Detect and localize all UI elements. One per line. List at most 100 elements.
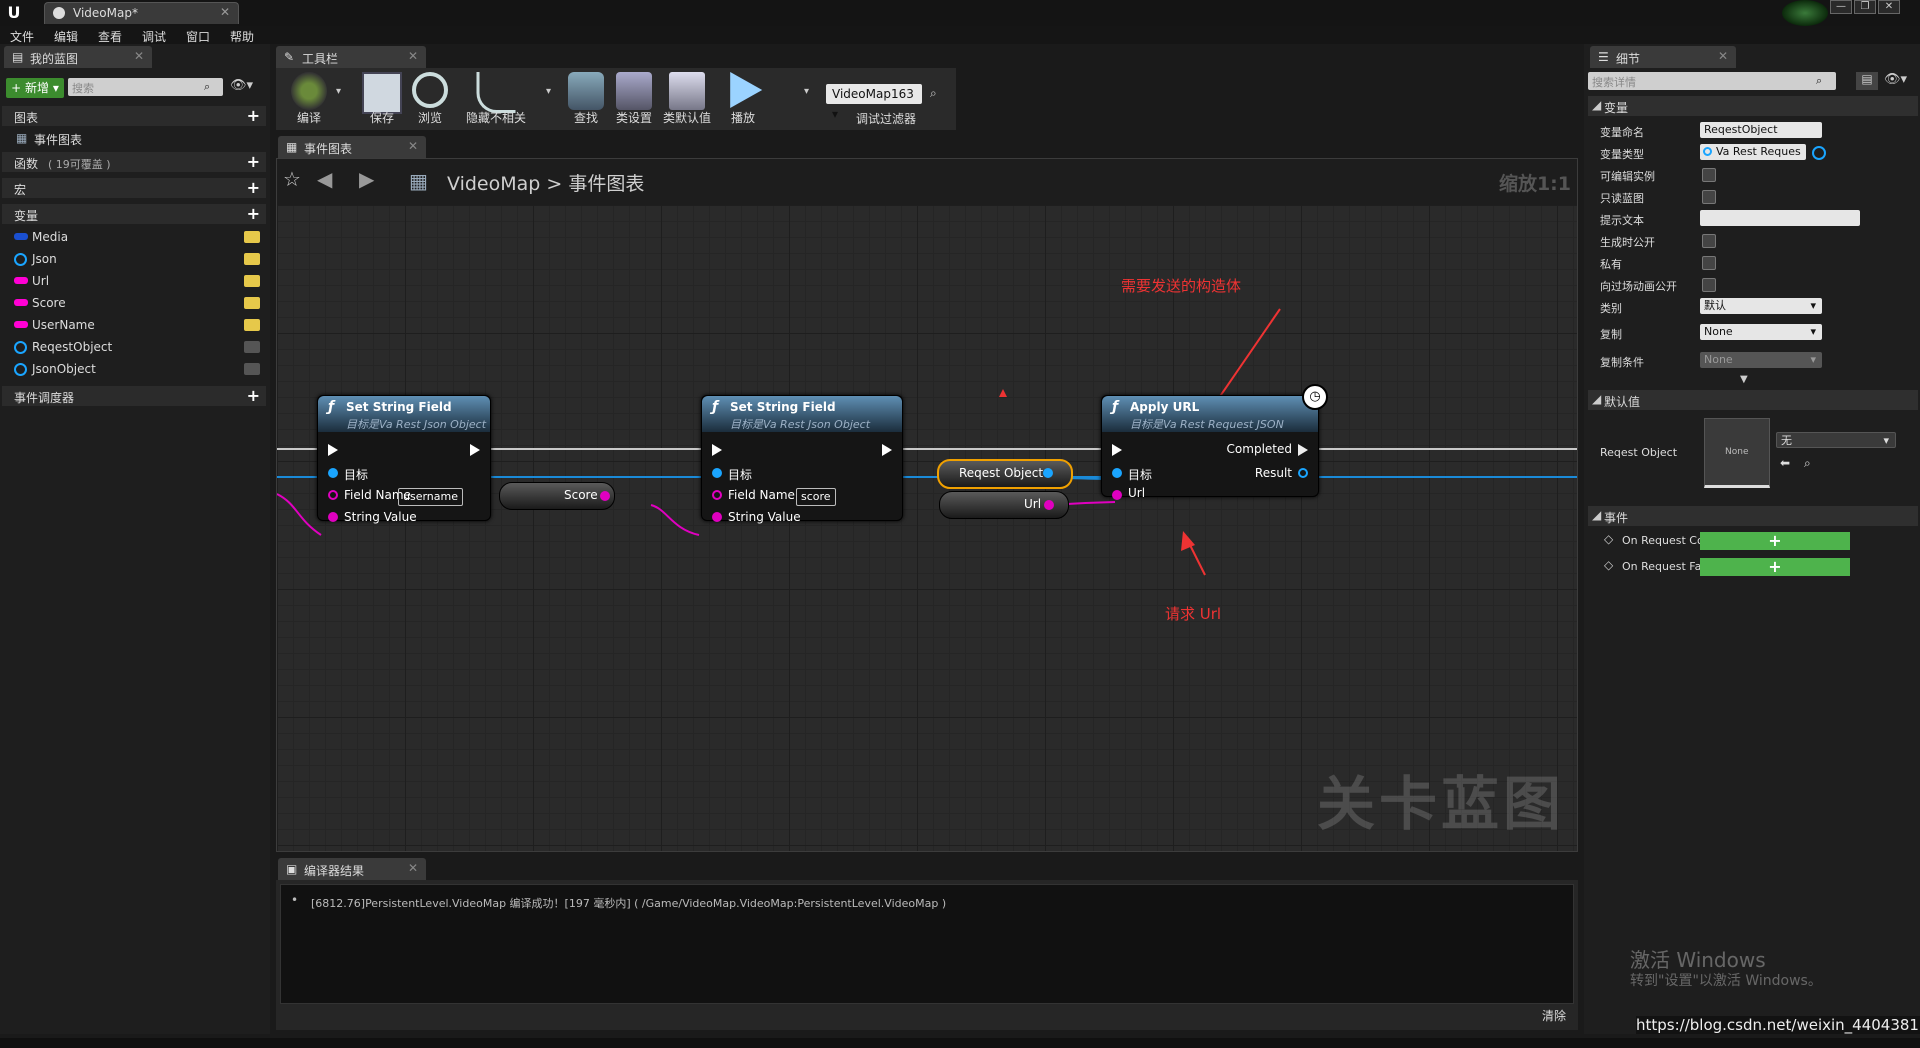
visibility-eye-icon[interactable]: [244, 231, 260, 243]
apply-url-node[interactable]: ƒ Apply URL 目标是Va Rest Request JSON ◷ Co…: [1101, 384, 1328, 500]
completed-exec-pin[interactable]: [1298, 444, 1308, 456]
url-pin[interactable]: [1112, 490, 1122, 500]
exec-in-pin[interactable]: [1112, 444, 1122, 456]
tab-toolbar[interactable]: ✎ 工具栏 ✕: [276, 46, 426, 68]
field-name-input[interactable]: username: [398, 488, 463, 506]
section-macros[interactable]: 宏 +: [2, 178, 266, 198]
debug-search-icon[interactable]: ⌕: [930, 86, 937, 101]
add-function-icon[interactable]: +: [247, 152, 260, 171]
property-matrix-icon[interactable]: ▤: [1856, 72, 1878, 90]
browse-asset-icon[interactable]: ⌕: [1804, 456, 1811, 471]
close-tab-icon[interactable]: ✕: [134, 49, 144, 63]
menu-file[interactable]: 文件: [10, 28, 34, 45]
expose-cinematics-checkbox[interactable]: [1702, 278, 1716, 292]
view-options-eye-icon[interactable]: 👁▾: [230, 78, 253, 93]
section-functions[interactable]: 函数 ( 19可覆盖 ) +: [2, 152, 266, 172]
view-options-eye-icon[interactable]: 👁▾: [1884, 72, 1907, 87]
add-new-button[interactable]: + 新增 ▾: [6, 78, 64, 98]
event-graph-item[interactable]: 事件图表 ▦: [2, 128, 266, 148]
add-graph-icon[interactable]: +: [247, 106, 260, 125]
section-variable[interactable]: ◢ 变量: [1588, 96, 1918, 116]
variable-item[interactable]: Media: [2, 226, 266, 248]
exec-out-pin[interactable]: [882, 444, 892, 456]
target-pin[interactable]: [712, 468, 722, 478]
visibility-eye-icon[interactable]: [244, 363, 260, 375]
default-value-select[interactable]: 无 ▾: [1776, 432, 1896, 448]
editable-checkbox[interactable]: [1702, 168, 1716, 182]
add-on-request-fail-button[interactable]: +: [1700, 558, 1850, 576]
document-tab[interactable]: VideoMap* ✕: [44, 2, 239, 24]
blueprint-search-input[interactable]: 搜索 ⌕: [68, 78, 223, 96]
tab-compiler-results[interactable]: ▣ 编译器结果 ✕: [278, 858, 426, 880]
variable-item[interactable]: UserName: [2, 314, 266, 336]
set-string-field-node-2[interactable]: ƒ Set String Field 目标是Va Rest Json Objec…: [701, 395, 903, 524]
var-name-input[interactable]: ReqestObject: [1700, 122, 1822, 138]
notification-icon[interactable]: [1782, 0, 1828, 26]
var-type-select[interactable]: Va Rest Reques: [1700, 144, 1806, 160]
variable-item[interactable]: ReqestObject: [2, 336, 266, 358]
tab-event-graph[interactable]: ▦ 事件图表 ✕: [278, 136, 426, 158]
compile-options-chevron-icon[interactable]: ▾: [336, 86, 341, 97]
string-value-pin[interactable]: [712, 512, 722, 522]
close-window-icon[interactable]: ✕: [1878, 0, 1900, 14]
class-defaults-button[interactable]: 类默认值: [660, 70, 714, 128]
variable-item[interactable]: Json: [2, 248, 266, 270]
readonly-checkbox[interactable]: [1702, 190, 1716, 204]
add-macro-icon[interactable]: +: [247, 178, 260, 197]
field-name-pin[interactable]: [328, 490, 338, 500]
tooltip-input[interactable]: [1700, 210, 1860, 226]
menu-help[interactable]: 帮助: [230, 28, 254, 45]
play-button[interactable]: 播放: [722, 70, 764, 128]
get-score-node[interactable]: Score: [499, 482, 615, 510]
add-on-request-complete-button[interactable]: +: [1700, 532, 1850, 550]
section-events[interactable]: ◢ 事件: [1588, 506, 1918, 526]
event-graph-canvas[interactable]: ☆ ◀ ▶ ▦ VideoMap > 事件图表 缩放1:1 ƒ Set Stri…: [276, 158, 1578, 852]
visibility-eye-icon[interactable]: [244, 275, 260, 287]
reqest-object-out-pin[interactable]: [1043, 468, 1053, 478]
target-pin[interactable]: [328, 468, 338, 478]
expose-on-spawn-checkbox[interactable]: [1702, 234, 1716, 248]
close-tab-icon[interactable]: ✕: [1718, 49, 1728, 63]
advanced-expand-icon[interactable]: ▼: [1740, 374, 1748, 385]
details-search-input[interactable]: 搜索详情 ⌕: [1588, 72, 1836, 90]
class-settings-button[interactable]: 类设置: [612, 70, 656, 128]
section-default-value[interactable]: ◢ 默认值: [1588, 390, 1918, 410]
menu-window[interactable]: 窗口: [186, 28, 210, 45]
field-name-pin[interactable]: [712, 490, 722, 500]
browse-button[interactable]: 浏览: [406, 70, 454, 128]
menu-debug[interactable]: 调试: [142, 28, 166, 45]
play-options-chevron-icon[interactable]: ▾: [804, 86, 809, 97]
tab-details[interactable]: ☰ 细节 ✕: [1590, 46, 1736, 68]
maximize-icon[interactable]: ❐: [1854, 0, 1876, 14]
variable-item[interactable]: Score: [2, 292, 266, 314]
use-selected-arrow-icon[interactable]: ⬅: [1780, 456, 1790, 470]
section-graphs[interactable]: 图表 +: [2, 106, 266, 126]
result-pin[interactable]: [1298, 468, 1308, 478]
set-string-field-node-1[interactable]: ƒ Set String Field 目标是Va Rest Json Objec…: [317, 395, 491, 524]
exec-in-pin[interactable]: [712, 444, 722, 456]
visibility-eye-icon[interactable]: [244, 341, 260, 353]
find-button[interactable]: 查找: [566, 70, 606, 128]
save-button[interactable]: 保存: [360, 70, 404, 128]
exec-in-pin[interactable]: [328, 444, 338, 456]
add-dispatcher-icon[interactable]: +: [247, 386, 260, 405]
rep-condition-select[interactable]: None ▾: [1700, 352, 1822, 368]
variable-item[interactable]: Url: [2, 270, 266, 292]
minimize-icon[interactable]: —: [1830, 0, 1852, 14]
menu-edit[interactable]: 编辑: [54, 28, 78, 45]
visibility-eye-icon[interactable]: [244, 297, 260, 309]
score-out-pin[interactable]: [600, 491, 610, 501]
get-reqest-object-node[interactable]: Reqest Object: [937, 459, 1073, 489]
visibility-eye-icon[interactable]: [244, 253, 260, 265]
asset-thumbnail[interactable]: None: [1704, 418, 1770, 488]
hide-unrelated-button[interactable]: 隐藏不相关: [460, 70, 532, 128]
string-value-pin[interactable]: [328, 512, 338, 522]
target-pin[interactable]: [1112, 468, 1122, 478]
close-tab-icon[interactable]: ✕: [220, 5, 230, 19]
tab-my-blueprint[interactable]: ▤ 我的蓝图 ✕: [4, 46, 152, 68]
field-name-input[interactable]: score: [796, 488, 836, 506]
container-type-icon[interactable]: [1812, 146, 1826, 160]
category-select[interactable]: 默认 ▾: [1700, 298, 1822, 314]
section-event-dispatchers[interactable]: 事件调度器 +: [2, 386, 266, 406]
private-checkbox[interactable]: [1702, 256, 1716, 270]
